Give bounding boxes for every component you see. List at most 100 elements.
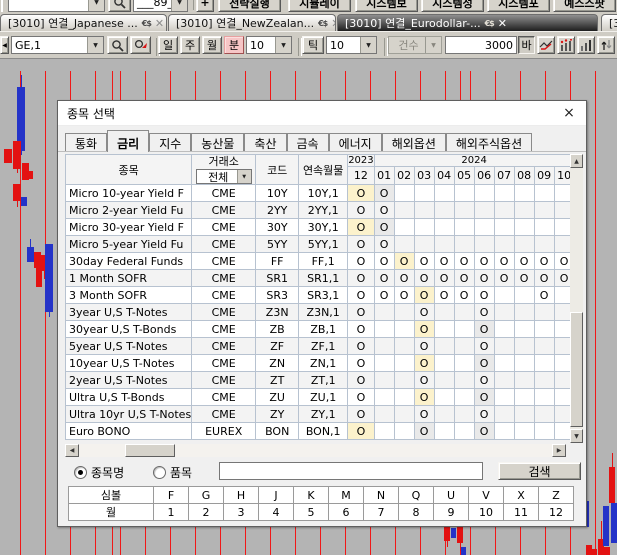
month-cell[interactable] — [494, 202, 514, 219]
month-cell[interactable] — [494, 355, 514, 372]
month-cell[interactable] — [494, 304, 514, 321]
month-cell[interactable] — [374, 389, 394, 406]
scroll-up-icon[interactable]: ▲ — [570, 154, 583, 168]
month-cell[interactable] — [514, 236, 534, 253]
top-toolbar-button-3[interactable]: 시스템성 — [421, 0, 484, 12]
month-cell[interactable]: O — [454, 270, 474, 287]
radio-icon[interactable] — [74, 466, 87, 479]
exchange-cell[interactable]: CME — [192, 202, 256, 219]
exchange-cell[interactable]: CME — [192, 389, 256, 406]
continuous-cell[interactable]: ZY,1 — [299, 406, 348, 423]
month-cell[interactable] — [514, 372, 534, 389]
scroll-left-button[interactable]: ◀ — [0, 36, 9, 54]
month-cell[interactable]: O — [434, 287, 454, 304]
search-submit-button[interactable]: 검색 — [498, 462, 581, 480]
contract-name-cell[interactable]: Micro 10-year Yield F — [66, 185, 192, 202]
code-cell[interactable]: ZF — [256, 338, 299, 355]
month-cell[interactable] — [394, 355, 414, 372]
code-cell[interactable]: Z3N — [256, 304, 299, 321]
month-cell[interactable] — [514, 321, 534, 338]
month-cell[interactable] — [514, 355, 534, 372]
top-toolbar-button-2[interactable]: 시스템보 — [355, 0, 418, 12]
chevron-down-icon[interactable]: ▼ — [360, 37, 376, 53]
month-cell[interactable] — [494, 219, 514, 236]
contract-name-cell[interactable]: Ultra 10yr U,S T-Notes — [66, 406, 192, 423]
code-cell[interactable]: SR3 — [256, 287, 299, 304]
bar-unit-button[interactable]: 바 — [518, 36, 535, 54]
month-cell[interactable]: O — [534, 287, 554, 304]
search-input[interactable] — [219, 462, 483, 480]
chevron-down-icon[interactable]: ▼ — [88, 0, 104, 11]
month-cell[interactable]: O — [394, 253, 414, 270]
vertical-scrollbar-thumb[interactable] — [570, 312, 583, 427]
month-cell[interactable]: O — [348, 372, 374, 389]
exchange-cell[interactable]: CME — [192, 304, 256, 321]
contract-name-cell[interactable]: 1 Month SOFR — [66, 270, 192, 287]
window-tab-1[interactable]: [3010] 연결_NewZealan...€$✕ — [168, 14, 336, 31]
horizontal-scrollbar-thumb[interactable] — [125, 444, 175, 457]
month-cell[interactable]: O — [348, 355, 374, 372]
month-cell[interactable] — [374, 423, 394, 440]
month-cell[interactable] — [454, 236, 474, 253]
month-cell[interactable]: O — [414, 253, 434, 270]
month-cell[interactable] — [394, 202, 414, 219]
month-cell[interactable] — [374, 304, 394, 321]
category-tab-3[interactable]: 농산물 — [191, 133, 244, 151]
month-cell[interactable] — [514, 389, 534, 406]
continuous-cell[interactable]: ZU,1 — [299, 389, 348, 406]
period-button-0[interactable]: 일 — [158, 36, 178, 54]
exchange-cell[interactable]: CME — [192, 321, 256, 338]
exchange-cell[interactable]: CME — [192, 270, 256, 287]
month-cell[interactable] — [434, 372, 454, 389]
tick-button[interactable]: 틱 — [302, 36, 324, 54]
trendline-tool-button[interactable] — [537, 36, 555, 54]
window-tab-0[interactable]: [3010] 연결_Japanese ...€$✕ — [0, 14, 167, 31]
month-cell[interactable]: O — [394, 270, 414, 287]
code-cell[interactable]: FF — [256, 253, 299, 270]
month-cell[interactable]: O — [494, 270, 514, 287]
category-tab-5[interactable]: 금속 — [287, 133, 329, 151]
contract-name-cell[interactable]: 10year U,S T-Notes — [66, 355, 192, 372]
month-cell[interactable] — [454, 372, 474, 389]
month-cell[interactable]: O — [474, 304, 494, 321]
period-button-3[interactable]: 분 — [224, 36, 244, 54]
scroll-down-icon[interactable]: ▼ — [570, 429, 583, 443]
month-cell[interactable]: O — [394, 287, 414, 304]
month-cell[interactable]: O — [414, 304, 434, 321]
month-cell[interactable] — [454, 338, 474, 355]
add-button[interactable]: + — [196, 0, 214, 12]
exchange-cell[interactable]: EUREX — [192, 423, 256, 440]
month-cell[interactable]: O — [454, 287, 474, 304]
month-cell[interactable] — [374, 321, 394, 338]
category-tab-8[interactable]: 해외주식옵션 — [446, 133, 532, 151]
month-cell[interactable] — [514, 202, 534, 219]
close-icon[interactable]: ✕ — [331, 17, 336, 30]
month-cell[interactable]: O — [348, 236, 374, 253]
window-tab-3[interactable]: [30 — [601, 14, 617, 31]
month-cell[interactable]: O — [348, 270, 374, 287]
month-cell[interactable]: O — [348, 287, 374, 304]
month-cell[interactable] — [394, 219, 414, 236]
month-cell[interactable]: O — [348, 406, 374, 423]
month-cell[interactable] — [434, 406, 454, 423]
month-cell[interactable] — [374, 355, 394, 372]
month-cell[interactable] — [534, 321, 554, 338]
month-cell[interactable]: O — [534, 253, 554, 270]
month-cell[interactable]: O — [474, 270, 494, 287]
month-cell[interactable] — [394, 321, 414, 338]
period-button-1[interactable]: 주 — [180, 36, 200, 54]
month-cell[interactable] — [494, 338, 514, 355]
month-cell[interactable]: O — [414, 423, 434, 440]
code-cell[interactable]: SR1 — [256, 270, 299, 287]
month-cell[interactable] — [534, 304, 554, 321]
month-cell[interactable] — [534, 202, 554, 219]
minute-interval-combo[interactable]: 10 ▼ — [246, 36, 292, 54]
month-cell[interactable] — [514, 406, 534, 423]
month-cell[interactable]: O — [374, 253, 394, 270]
month-cell[interactable] — [374, 338, 394, 355]
month-cell[interactable] — [434, 202, 454, 219]
contract-name-cell[interactable]: Ultra U,S T-Bonds — [66, 389, 192, 406]
month-cell[interactable] — [514, 304, 534, 321]
contract-name-cell[interactable]: Euro BONO — [66, 423, 192, 440]
month-cell[interactable] — [434, 236, 454, 253]
